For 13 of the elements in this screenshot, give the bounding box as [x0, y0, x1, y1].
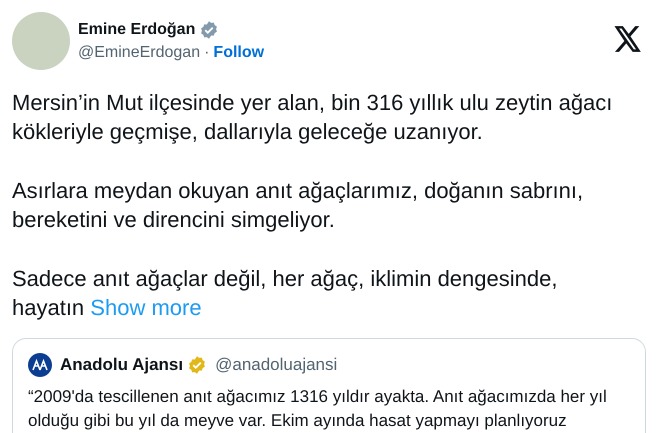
- separator-dot: ·: [204, 44, 210, 62]
- tweet-paragraph: Sadece anıt ağaçlar değil, her ağaç, iklimin dengesinde, hayatın Show more: [12, 265, 558, 322]
- tweet-paragraph: Asırlara meydan okuyan anıt ağaçlarımız, doğanın sabrını, bereketini ve direncini simgeliyor.: [12, 177, 584, 234]
- quoted-author-name: Anadolu Ajansı: [60, 355, 184, 375]
- agency-logo-icon: [28, 353, 52, 377]
- quoted-tweet-card[interactable]: Anadolu Ajansı @anadoluajansi “2009'da tescillenen anıt ağacımız 1316 yıldır ayakta. Anıt ağacımızda her yıl olduğu gibi bu yıl da meyve var. Ekim ayında hasat yapmayı planlıyoruz: [12, 338, 646, 433]
- quoted-tweet-text: “2009'da tescillenen anıt ağacımız 1316 yıldır ayakta. Anıt ağacımızda her yıl olduğu gibi bu yıl da meyve var. Ekim ayında hasat yapmayı planlıyoruz: [28, 386, 608, 432]
- follow-link[interactable]: Follow: [213, 44, 264, 62]
- author-name[interactable]: Emine Erdoğan: [78, 21, 196, 39]
- quoted-author-handle: @anadoluajansi: [215, 355, 338, 375]
- tweet-paragraph: Mersin’in Mut ilçesinde yer alan, bin 316 yıllık ulu zeytin ağacı kökleriyle geçmişe, dallarıyla geleceğe uzanıyor.: [12, 89, 614, 146]
- author-handle[interactable]: @EmineErdogan: [78, 44, 200, 62]
- x-logo-icon[interactable]: [614, 26, 642, 52]
